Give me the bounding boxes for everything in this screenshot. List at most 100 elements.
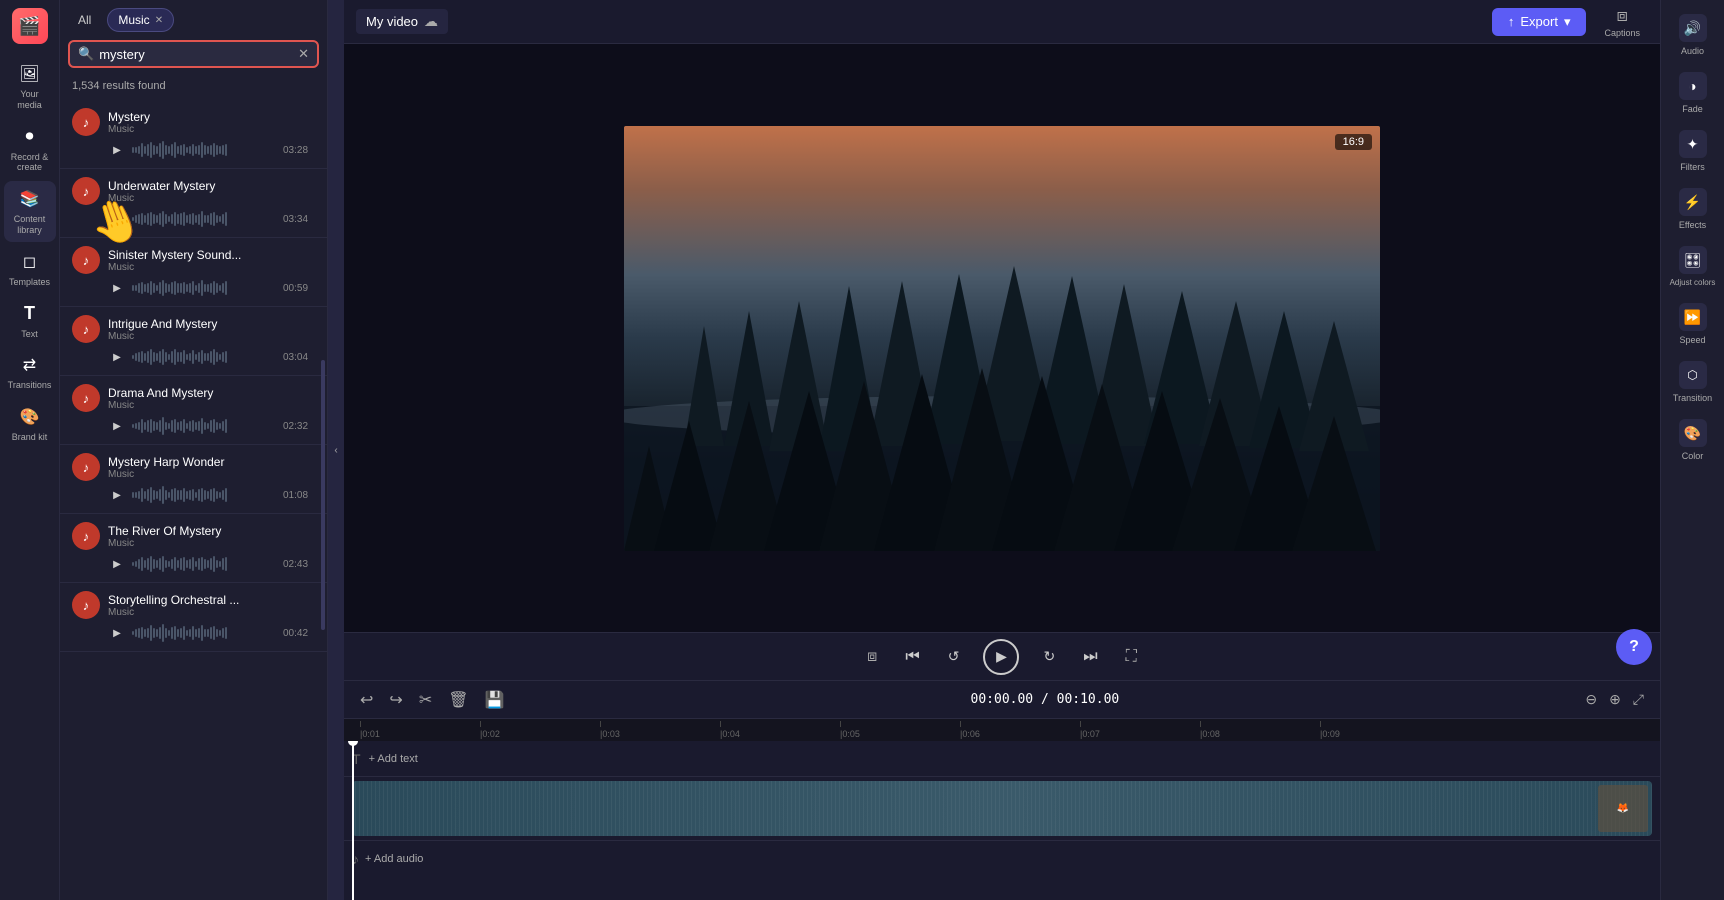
panel-collapse-button[interactable]: ‹ xyxy=(328,0,344,900)
add-audio-button[interactable]: + Add audio xyxy=(365,853,423,865)
music-tag: Music xyxy=(108,469,315,480)
search-input[interactable] xyxy=(99,47,298,62)
tab-all[interactable]: All xyxy=(68,9,101,31)
video-thumbnail: 🦊 xyxy=(1598,785,1648,832)
zoom-out-button[interactable]: ⊖ xyxy=(1581,689,1601,710)
list-item[interactable]: ♪ Mystery Harp Wonder Music ▶ 01:08 xyxy=(60,445,327,514)
list-item[interactable]: ♪ The River Of Mystery Music ▶ 02:43 xyxy=(60,514,327,583)
timeline-toolbar: ↩ ↪ ✂ 🗑 💾 00:00.00 / 00:10.00 ⊖ ⊕ ⤢ xyxy=(344,681,1660,719)
captions-button[interactable]: ⧈ Captions xyxy=(1596,1,1648,42)
sidebar-item-text[interactable]: T Text xyxy=(4,296,56,346)
project-title: My video xyxy=(366,14,418,29)
music-tag: Music xyxy=(108,124,315,135)
video-waveform xyxy=(352,781,1652,836)
cut-button[interactable]: ✂ xyxy=(415,688,436,712)
video-trees-svg xyxy=(624,126,1380,551)
list-item[interactable]: ♪ Mystery Music ▶ 03:28 xyxy=(60,100,327,169)
play-button[interactable]: ▶ xyxy=(108,486,126,504)
media-icon: 🖼 xyxy=(18,62,42,86)
play-button[interactable]: ▶ xyxy=(108,210,126,228)
music-tag: Music xyxy=(108,262,315,273)
sidebar-item-brand[interactable]: 🎨 Brand kit xyxy=(4,399,56,449)
music-duration: 02:32 xyxy=(283,421,315,432)
results-count: 1,534 results found xyxy=(60,76,327,96)
speed-icon: ⏩ xyxy=(1679,303,1707,331)
play-button[interactable]: ▶ xyxy=(108,555,126,573)
video-preview: 16:9 xyxy=(344,44,1660,632)
sidebar-item-record[interactable]: ⏺ Record & create xyxy=(4,119,56,180)
music-note-icon: ♪ xyxy=(72,177,100,205)
sidebar-item-templates[interactable]: ◻ Templates xyxy=(4,244,56,294)
music-tag: Music xyxy=(108,193,315,204)
playhead[interactable] xyxy=(352,741,354,900)
sidebar-item-transitions[interactable]: ⇄ Transitions xyxy=(4,347,56,397)
undo-button[interactable]: ↩ xyxy=(356,688,377,712)
video-clip[interactable]: 🦊 xyxy=(352,781,1652,836)
save-button[interactable]: 💾 xyxy=(481,688,509,712)
right-tool-audio[interactable]: 🔊 Audio xyxy=(1665,8,1721,62)
right-tool-speed[interactable]: ⏩ Speed xyxy=(1665,297,1721,351)
skip-back-button[interactable]: ⏮ xyxy=(901,644,923,670)
music-panel: All Music ✕ 🔍 ✕ 1,534 results found ♪ My… xyxy=(60,0,328,900)
redo-button[interactable]: ↪ xyxy=(385,688,406,712)
right-tool-label: Effects xyxy=(1679,220,1706,230)
tab-music-close[interactable]: ✕ xyxy=(155,15,163,26)
delete-button[interactable]: 🗑 xyxy=(444,688,472,712)
export-button[interactable]: ↑ Export ▾ xyxy=(1492,8,1587,36)
play-button[interactable]: ▶ xyxy=(108,417,126,435)
panel-scrollbar[interactable] xyxy=(321,360,325,630)
play-button[interactable]: ▶ xyxy=(108,348,126,366)
record-icon: ⏺ xyxy=(18,125,42,149)
captions-label: Captions xyxy=(1604,28,1640,38)
right-tool-transition[interactable]: ⬡ Transition xyxy=(1665,355,1721,409)
project-tab[interactable]: My video ☁ xyxy=(356,9,448,34)
right-tool-label: Transition xyxy=(1673,393,1712,403)
zoom-in-button[interactable]: ⊕ xyxy=(1605,689,1625,710)
fade-icon: ◑ xyxy=(1679,72,1707,100)
music-duration: 03:28 xyxy=(283,145,315,156)
fullscreen-button[interactable]: ⛶ xyxy=(1122,644,1141,670)
music-title: The River Of Mystery xyxy=(108,524,315,538)
sidebar-item-label: Brand kit xyxy=(12,432,48,443)
search-clear-icon[interactable]: ✕ xyxy=(298,46,309,62)
fit-button[interactable]: ⤢ xyxy=(1629,689,1648,710)
add-text-button[interactable]: + Add text xyxy=(369,753,418,765)
list-item[interactable]: ♪ Underwater Mystery Music ▶ 03:34 🤚 xyxy=(60,169,327,238)
color-icon: 🎨 xyxy=(1679,419,1707,447)
search-icon: 🔍 xyxy=(78,46,94,62)
music-tag: Music xyxy=(108,331,315,342)
export-icon: ↑ xyxy=(1508,14,1515,29)
help-button[interactable]: ? xyxy=(1616,629,1652,665)
filters-icon: ✦ xyxy=(1679,130,1707,158)
list-item[interactable]: ♪ Intrigue And Mystery Music ▶ 03:04 xyxy=(60,307,327,376)
right-tool-filters[interactable]: ✦ Filters xyxy=(1665,124,1721,178)
sidebar-item-label: Text xyxy=(21,329,38,340)
right-tool-color[interactable]: 🎨 Color xyxy=(1665,413,1721,467)
music-title: Intrigue And Mystery xyxy=(108,317,315,331)
music-tag: Music xyxy=(108,607,315,618)
sidebar-item-media[interactable]: 🖼 Your media xyxy=(4,56,56,117)
subtitle-toggle-button[interactable]: ⧈ xyxy=(863,644,881,670)
sidebar-item-label: Content library xyxy=(8,214,52,236)
music-duration: 00:59 xyxy=(283,283,315,294)
list-item[interactable]: ♪ Sinister Mystery Sound... Music ▶ 00:5… xyxy=(60,238,327,307)
panel-tabs: All Music ✕ xyxy=(60,0,327,32)
forward-5-button[interactable]: ↻ xyxy=(1039,644,1059,669)
list-item[interactable]: ♪ Drama And Mystery Music ▶ 02:32 xyxy=(60,376,327,445)
waveform xyxy=(132,623,277,643)
tab-music[interactable]: Music ✕ xyxy=(107,8,174,32)
right-tool-effects[interactable]: ⚡ Effects xyxy=(1665,182,1721,236)
adjust-icon: 🎛 xyxy=(1679,246,1707,274)
rewind-5-button[interactable]: ↺ xyxy=(944,644,964,669)
main-area: My video ☁ ↑ Export ▾ ⧈ Captions xyxy=(344,0,1660,900)
app-logo: 🎬 xyxy=(12,8,48,44)
play-button[interactable]: ▶ xyxy=(108,279,126,297)
right-tool-fade[interactable]: ◑ Fade xyxy=(1665,66,1721,120)
play-pause-button[interactable]: ▶ xyxy=(983,639,1019,675)
skip-forward-button[interactable]: ⏭ xyxy=(1079,644,1101,670)
right-tool-adjust[interactable]: 🎛 Adjust colors xyxy=(1665,240,1721,293)
play-button[interactable]: ▶ xyxy=(108,141,126,159)
list-item[interactable]: ♪ Storytelling Orchestral ... Music ▶ 00… xyxy=(60,583,327,652)
sidebar-item-content[interactable]: 📚 Content library xyxy=(4,181,56,242)
play-button[interactable]: ▶ xyxy=(108,624,126,642)
